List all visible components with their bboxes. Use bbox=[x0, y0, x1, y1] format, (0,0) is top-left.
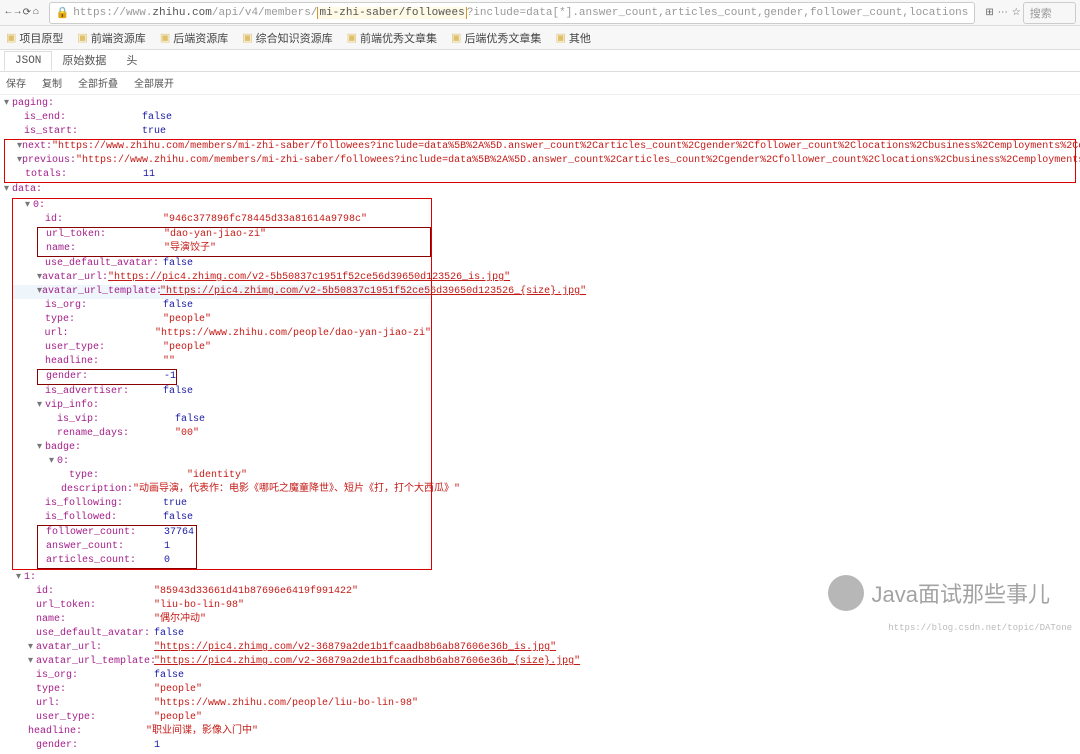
tab-raw[interactable]: 原始数据 bbox=[52, 49, 116, 71]
viewer-tabs: JSON 原始数据 头 bbox=[0, 50, 1080, 72]
bookmark-item[interactable]: ▣综合知识资源库 bbox=[242, 30, 332, 46]
folder-icon: ▣ bbox=[6, 31, 16, 45]
action-copy[interactable]: 复制 bbox=[42, 80, 62, 91]
folder-icon: ▣ bbox=[160, 31, 170, 45]
action-save[interactable]: 保存 bbox=[6, 80, 26, 91]
folder-icon: ▣ bbox=[347, 31, 357, 45]
twisty-icon[interactable]: ▾ bbox=[4, 97, 12, 111]
browser-toolbar: ← → ⟳ ⌂ 🔒 https://www.zhihu.com/api/v4/m… bbox=[0, 0, 1080, 26]
action-collapse-all[interactable]: 全部折叠 bbox=[78, 80, 118, 91]
search-input[interactable]: 搜索 bbox=[1023, 2, 1076, 24]
twisty-icon[interactable]: ▾ bbox=[16, 571, 24, 585]
bookmark-icon[interactable]: ☆ bbox=[1012, 7, 1021, 19]
twisty-icon[interactable]: ▾ bbox=[28, 641, 36, 655]
tab-json[interactable]: JSON bbox=[4, 51, 52, 71]
json-tree: ▾paging: is_end:false is_start:true ▾nex… bbox=[0, 95, 1080, 754]
bookmark-item[interactable]: ▣后端资源库 bbox=[160, 30, 228, 46]
folder-icon: ▣ bbox=[555, 31, 565, 45]
watermark: Java面试那些事儿 bbox=[828, 575, 1050, 611]
forward-button[interactable]: → bbox=[13, 3, 22, 23]
bookmark-item[interactable]: ▣项目原型 bbox=[6, 30, 63, 46]
twisty-icon[interactable]: ▾ bbox=[37, 399, 45, 413]
url-highlighted-segment: mi-zhi-saber/followees bbox=[317, 7, 466, 19]
bookmark-item[interactable]: ▣其他 bbox=[555, 30, 590, 46]
twisty-icon[interactable]: ▾ bbox=[28, 655, 36, 669]
twisty-icon[interactable]: ▾ bbox=[4, 183, 12, 197]
bookmark-item[interactable]: ▣前端优秀文章集 bbox=[347, 30, 437, 46]
lock-icon: 🔒 bbox=[56, 6, 70, 20]
folder-icon: ▣ bbox=[77, 31, 87, 45]
bookmarks-bar: ▣项目原型 ▣前端资源库 ▣后端资源库 ▣综合知识资源库 ▣前端优秀文章集 ▣后… bbox=[0, 26, 1080, 50]
twisty-icon[interactable]: ▾ bbox=[37, 441, 45, 455]
menu-icon[interactable]: ⋯ bbox=[998, 7, 1008, 19]
folder-icon: ▣ bbox=[242, 31, 252, 45]
sync-icon[interactable]: ⊞ bbox=[985, 7, 993, 19]
watermark-logo bbox=[828, 575, 864, 611]
bookmark-item[interactable]: ▣后端优秀文章集 bbox=[451, 30, 541, 46]
action-expand-all[interactable]: 全部展开 bbox=[134, 80, 174, 91]
url-bar[interactable]: 🔒 https://www.zhihu.com/api/v4/members/m… bbox=[49, 2, 976, 24]
footer-link: https://blog.csdn.net/topic/DATone bbox=[888, 623, 1072, 633]
json-actions: 保存 复制 全部折叠 全部展开 bbox=[0, 72, 1080, 95]
twisty-icon[interactable]: ▾ bbox=[49, 455, 57, 469]
back-button[interactable]: ← bbox=[4, 3, 13, 23]
bookmark-item[interactable]: ▣前端资源库 bbox=[77, 30, 145, 46]
twisty-icon[interactable]: ▾ bbox=[25, 199, 33, 213]
tab-headers[interactable]: 头 bbox=[116, 49, 147, 71]
reload-button[interactable]: ⟳ bbox=[22, 3, 31, 23]
home-button[interactable]: ⌂ bbox=[31, 3, 40, 23]
folder-icon: ▣ bbox=[451, 31, 461, 45]
